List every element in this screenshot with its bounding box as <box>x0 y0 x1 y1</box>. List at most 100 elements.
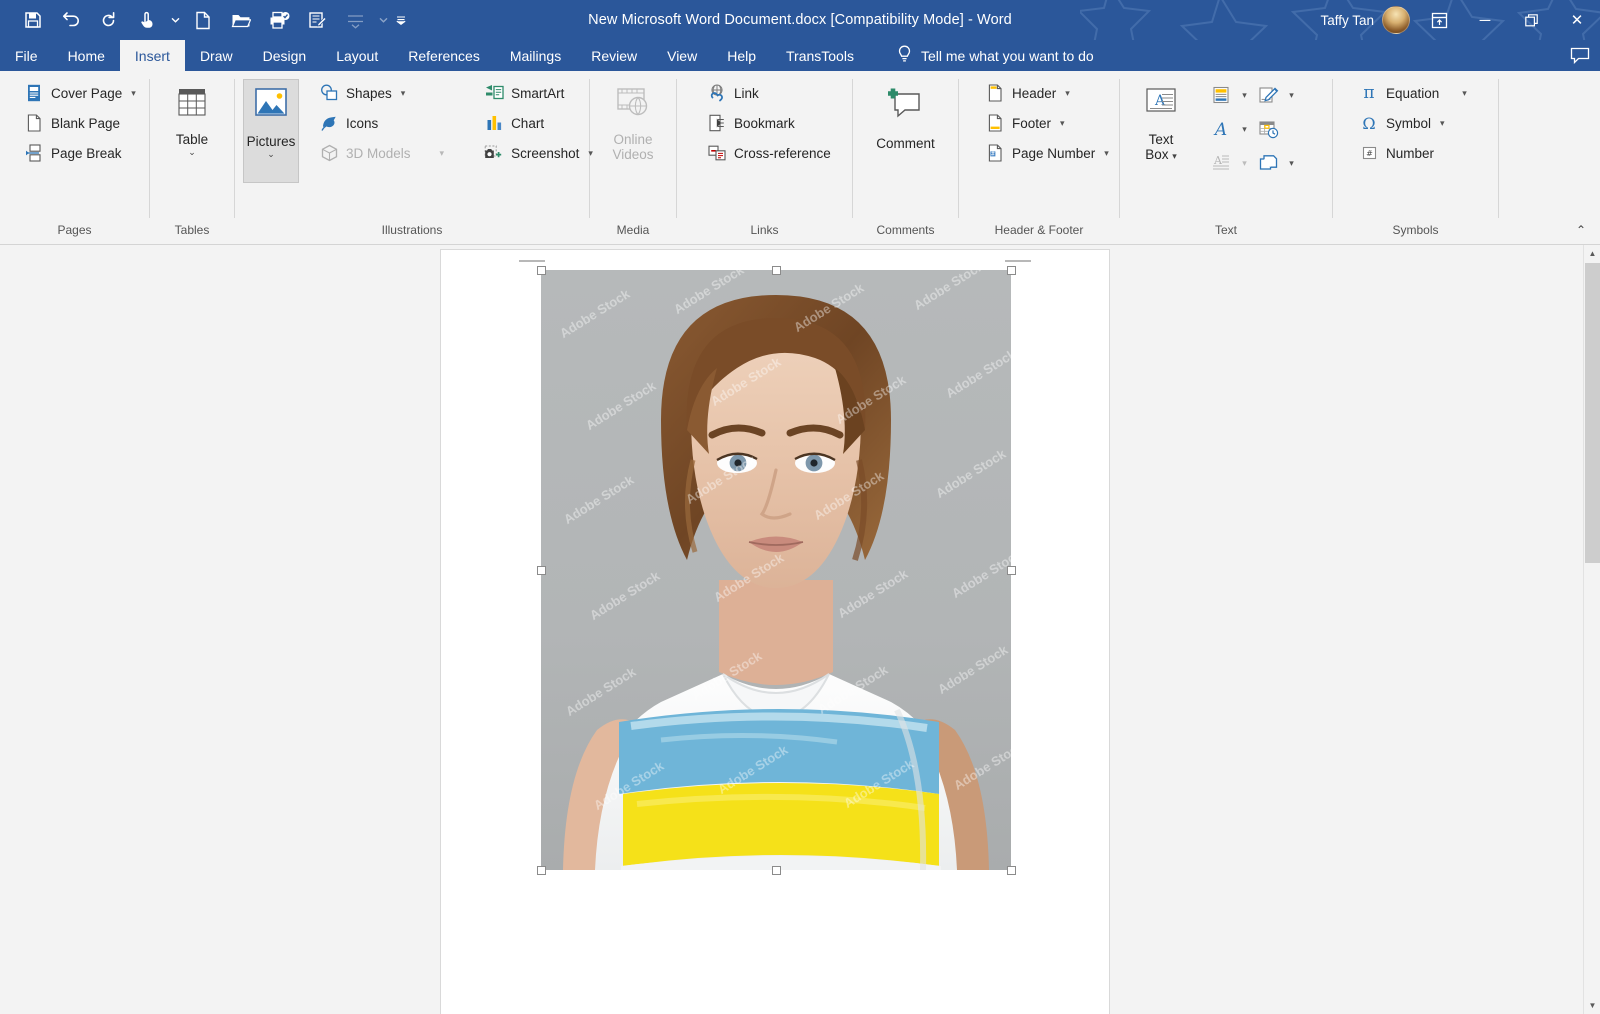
signature-line-icon[interactable] <box>1253 79 1283 111</box>
tab-home[interactable]: Home <box>53 40 120 71</box>
page-number-label: Page Number <box>1012 146 1095 161</box>
selection-handle-bottom-center[interactable] <box>772 866 781 875</box>
cover-page-button[interactable]: Cover Page ▾ <box>16 79 144 107</box>
selection-handle-bottom-left[interactable] <box>537 866 546 875</box>
icons-button[interactable]: Icons <box>311 109 452 137</box>
avatar[interactable] <box>1382 6 1410 34</box>
cross-reference-button[interactable]: Cross-reference <box>699 139 839 167</box>
date-time-icon[interactable] <box>1253 113 1283 145</box>
tab-layout[interactable]: Layout <box>321 40 393 71</box>
tab-design[interactable]: Design <box>248 40 322 71</box>
footer-button[interactable]: Footer ▾ <box>977 109 1117 137</box>
selection-handle-bottom-right[interactable] <box>1007 866 1016 875</box>
tab-transtools[interactable]: TransTools <box>771 40 869 71</box>
header-button[interactable]: Header ▾ <box>977 79 1117 107</box>
wordart-icon[interactable]: A <box>1206 113 1236 145</box>
selection-handle-middle-left[interactable] <box>537 566 546 575</box>
chevron-down-icon[interactable]: ▾ <box>401 88 406 99</box>
shapes-button[interactable]: Shapes ▾ <box>311 79 452 107</box>
chevron-down-icon[interactable]: ▾ <box>1065 88 1070 99</box>
account-info[interactable]: Taffy Tan <box>1320 6 1416 34</box>
spacing-chevron-down-icon[interactable] <box>374 3 392 37</box>
bookmark-button[interactable]: Bookmark <box>699 109 839 137</box>
pictures-button[interactable]: Pictures ⌄ <box>243 79 299 183</box>
header-icon <box>985 83 1005 103</box>
table-button[interactable]: Table ⌄ <box>164 79 220 161</box>
inserted-photo[interactable]: Adobe Stock Adobe Stock Adobe Stock Adob… <box>541 270 1011 870</box>
document-page[interactable]: Adobe Stock Adobe Stock Adobe Stock Adob… <box>440 249 1110 1014</box>
object-chevron-down-icon[interactable]: ▾ <box>1283 147 1300 179</box>
chevron-down-icon[interactable]: ▾ <box>1440 118 1445 129</box>
quick-parts-chevron-down-icon[interactable]: ▾ <box>1236 79 1253 111</box>
quick-print-icon[interactable] <box>260 3 298 37</box>
chevron-down-icon[interactable]: ▾ <box>440 148 445 159</box>
selection-handle-middle-right[interactable] <box>1007 566 1016 575</box>
ribbon-display-options-icon[interactable] <box>1416 0 1462 40</box>
minimize-button[interactable]: ─ <box>1462 0 1508 40</box>
blank-page-button[interactable]: Blank Page <box>16 109 144 137</box>
symbol-button[interactable]: Ω Symbol ▾ <box>1351 109 1475 137</box>
chevron-down-icon[interactable]: ⌄ <box>267 149 275 160</box>
comment-button[interactable]: Comment <box>867 79 944 154</box>
tab-help[interactable]: Help <box>712 40 771 71</box>
chevron-down-icon[interactable]: ▾ <box>1172 151 1177 161</box>
online-videos-button[interactable]: Online Videos <box>603 79 662 165</box>
tell-me-search[interactable]: Tell me what you want to do <box>897 40 1094 71</box>
scrollbar-thumb[interactable] <box>1585 263 1600 563</box>
3d-models-button[interactable]: 3D Models ▾ <box>311 139 452 167</box>
undo-icon[interactable] <box>52 3 90 37</box>
tab-references[interactable]: References <box>393 40 495 71</box>
restore-button[interactable] <box>1508 0 1554 40</box>
tab-file[interactable]: File <box>0 40 53 71</box>
customize-quick-access-toolbar-icon[interactable] <box>392 3 410 37</box>
page-break-button[interactable]: Page Break <box>16 139 144 167</box>
drop-cap-icon[interactable]: A <box>1206 147 1236 179</box>
vertical-scrollbar[interactable]: ▲ ▼ <box>1583 245 1600 1014</box>
object-icon[interactable] <box>1253 147 1283 179</box>
tab-insert[interactable]: Insert <box>120 40 185 71</box>
touch-mode-icon[interactable] <box>128 3 166 37</box>
chevron-down-icon[interactable]: ▾ <box>1462 88 1467 99</box>
new-document-icon[interactable] <box>184 3 222 37</box>
quick-parts-icon[interactable] <box>1206 79 1236 111</box>
selection-handle-top-right[interactable] <box>1007 266 1016 275</box>
number-button[interactable]: # Number <box>1351 139 1475 167</box>
comments-pane-icon[interactable] <box>1570 40 1590 71</box>
signature-line-chevron-down-icon[interactable]: ▾ <box>1283 79 1300 111</box>
chevron-down-icon[interactable]: ▾ <box>1060 118 1065 129</box>
touch-mode-chevron-down-icon[interactable] <box>166 3 184 37</box>
selection-handle-top-left[interactable] <box>537 266 546 275</box>
page-number-icon: # <box>985 143 1005 163</box>
text-box-button[interactable]: A Text Box ▾ <box>1130 79 1192 165</box>
wordart-chevron-down-icon[interactable]: ▾ <box>1236 113 1253 145</box>
tab-mailings[interactable]: Mailings <box>495 40 576 71</box>
online-videos-label-line2: Videos <box>612 147 653 162</box>
print-preview-icon[interactable] <box>298 3 336 37</box>
chart-button[interactable]: Chart <box>476 109 601 137</box>
tab-review[interactable]: Review <box>576 40 652 71</box>
tab-draw[interactable]: Draw <box>185 40 248 71</box>
open-folder-icon[interactable] <box>222 3 260 37</box>
smartart-button[interactable]: SmartArt <box>476 79 601 107</box>
spacing-icon[interactable] <box>336 3 374 37</box>
text-box-label-line2: Box ▾ <box>1145 147 1177 162</box>
chevron-down-icon[interactable]: ▾ <box>1104 148 1109 159</box>
chevron-down-icon[interactable]: ⌄ <box>188 147 196 158</box>
chevron-down-icon[interactable]: ▾ <box>131 88 136 99</box>
document-canvas[interactable]: Adobe Stock Adobe Stock Adobe Stock Adob… <box>0 245 1600 1014</box>
scroll-down-icon[interactable]: ▼ <box>1584 997 1600 1014</box>
save-icon[interactable] <box>14 3 52 37</box>
tab-view[interactable]: View <box>652 40 712 71</box>
redo-icon[interactable] <box>90 3 128 37</box>
selection-handle-top-center[interactable] <box>772 266 781 275</box>
close-button[interactable]: ✕ <box>1554 0 1600 40</box>
equation-button[interactable]: π Equation ▾ <box>1351 79 1475 107</box>
page-number-button[interactable]: # Page Number ▾ <box>977 139 1117 167</box>
drop-cap-chevron-down-icon[interactable]: ▾ <box>1236 147 1253 179</box>
screenshot-button[interactable]: Screenshot ▾ <box>476 139 601 167</box>
link-button[interactable]: Link <box>699 79 839 107</box>
icons-label: Icons <box>346 116 378 131</box>
collapse-ribbon-button[interactable]: ⌃ <box>1570 219 1592 241</box>
scroll-up-icon[interactable]: ▲ <box>1584 245 1600 262</box>
ribbon-group-header-footer: Header ▾ Footer ▾ # Page Nu <box>959 71 1119 245</box>
